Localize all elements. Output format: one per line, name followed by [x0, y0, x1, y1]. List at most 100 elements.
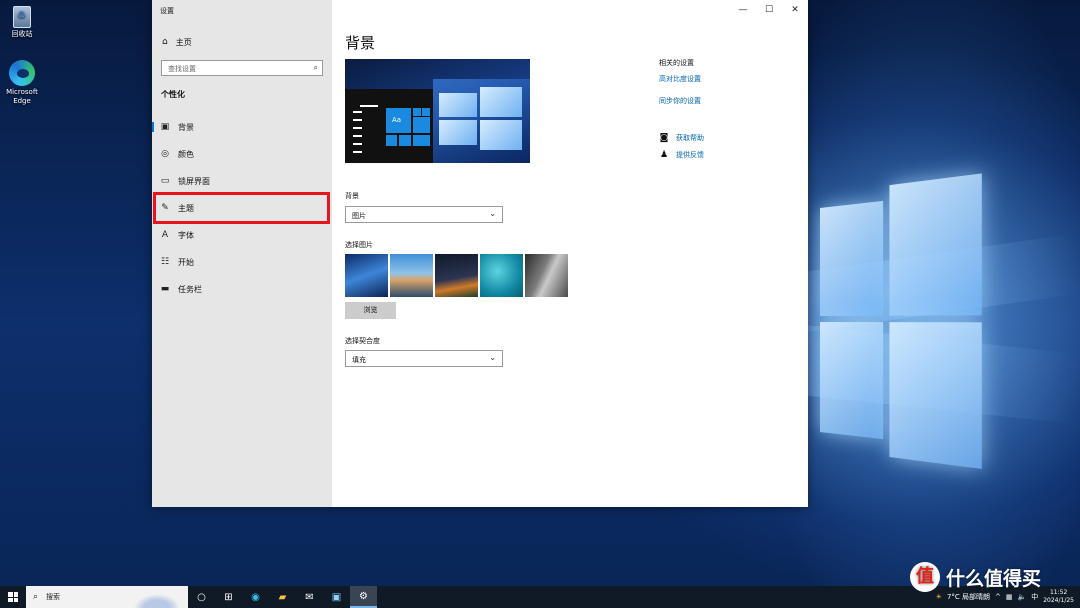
preview-tile-text: Aa	[392, 116, 402, 124]
dropdown-value: 填充	[352, 356, 366, 364]
watermark: 值 什么值得买	[910, 562, 1041, 592]
sidebar-item-lock-screen[interactable]: ▭ 锁屏界面	[152, 170, 332, 192]
highlight-annotation	[153, 192, 330, 224]
clock-time: 11:52	[1049, 589, 1068, 596]
taskbar-app-file-explorer[interactable]: ▰	[269, 586, 296, 608]
preview-wallpaper	[433, 79, 530, 163]
preview-tile	[422, 108, 430, 116]
windows-start-icon	[8, 592, 18, 602]
fit-dropdown[interactable]: 填充 ⌄	[345, 350, 503, 367]
thumbnail-windows-light[interactable]	[345, 254, 388, 297]
sidebar-item-label: 开始	[178, 257, 194, 267]
sidebar-item-label: 任务栏	[178, 284, 202, 294]
sidebar-item-label: 颜色	[178, 149, 194, 159]
start-icon: ☷	[160, 257, 170, 267]
background-type-dropdown[interactable]: 图片 ⌄	[345, 206, 503, 223]
preview-tile	[413, 135, 430, 146]
preview-line	[360, 105, 378, 107]
taskbar-app-edge[interactable]: ◉	[242, 586, 269, 608]
picture-icon: ▣	[160, 122, 170, 132]
preview-logo-pane	[480, 87, 522, 117]
start-button[interactable]	[0, 586, 26, 608]
thumbnail-rock-cliff[interactable]	[525, 254, 568, 297]
volume-icon[interactable]: 🔈	[1018, 593, 1027, 601]
recycle-bin-icon	[13, 6, 31, 28]
lock-screen-icon: ▭	[160, 176, 170, 186]
browse-button[interactable]: 浏览	[345, 302, 396, 319]
sidebar-item-background[interactable]: ▣ 背景	[152, 116, 332, 138]
sidebar-item-fonts[interactable]: A 字体	[152, 224, 332, 246]
palette-icon: ◎	[161, 149, 169, 159]
weather-widget[interactable]: 7°C 局部晴朗	[947, 592, 990, 602]
maximize-button[interactable]: ☐	[756, 0, 782, 20]
task-view-icon: ○	[197, 591, 206, 603]
search-icon: ⌕	[313, 63, 318, 72]
logo-pane	[889, 173, 982, 316]
preview-tiles	[386, 108, 430, 154]
clock[interactable]: 11:52 2024/1/25	[1043, 589, 1074, 605]
get-help-link[interactable]: ◙ 获取帮助	[659, 133, 704, 143]
high-contrast-link[interactable]: 高对比度设置	[659, 74, 701, 84]
sync-settings-link[interactable]: 同步你的设置	[659, 96, 701, 106]
tray-expand-icon[interactable]: ^	[995, 593, 1001, 601]
home-link[interactable]: ⌂ 主页	[162, 36, 192, 48]
get-help-label: 获取帮助	[676, 134, 704, 142]
widgets-button[interactable]: ⊞	[215, 586, 242, 608]
desktop-icon-label: Microsoft Edge	[6, 88, 38, 105]
chevron-down-icon: ⌄	[489, 209, 496, 218]
watermark-text: 什么值得买	[946, 567, 1042, 590]
search-placeholder: 查找设置	[168, 65, 196, 73]
desktop-icon-label: 回收站	[11, 30, 33, 38]
settings-window: 设置 ⌂ 主页 查找设置 ⌕ 个性化 ▣ 背景 ◎ 颜色 ▭ 锁屏界面 ✎ 主题…	[152, 0, 808, 507]
feedback-icon: ♟	[659, 150, 669, 160]
edge-icon	[9, 60, 35, 86]
picture-thumbnails	[345, 254, 568, 297]
help-chat-icon: ◙	[659, 133, 669, 143]
network-icon[interactable]: ▦	[1006, 593, 1013, 601]
preview-tile	[386, 135, 397, 146]
thumbnail-coast-rocks[interactable]	[390, 254, 433, 297]
task-view-button[interactable]: ○	[188, 586, 215, 608]
settings-search-input[interactable]: 查找设置 ⌕	[161, 60, 323, 76]
ime-indicator[interactable]: 中	[1031, 592, 1038, 602]
preview-line	[353, 111, 362, 113]
taskbar-app-store[interactable]: ▣	[323, 586, 350, 608]
sidebar-item-taskbar[interactable]: ▬ 任务栏	[152, 278, 332, 300]
taskbar-search-box[interactable]: ⌕ 搜索	[26, 586, 188, 608]
minimize-button[interactable]: —	[730, 0, 756, 20]
desktop-icon-recycle-bin[interactable]: 回收站	[0, 6, 44, 39]
preview-tile	[399, 135, 411, 146]
preview-line	[353, 135, 362, 137]
home-label: 主页	[175, 37, 192, 47]
sidebar-item-label: 锁屏界面	[178, 176, 210, 186]
search-highlight-art	[134, 594, 180, 608]
store-icon: ▣	[331, 591, 342, 603]
clock-date: 2024/1/25	[1043, 597, 1074, 604]
preview-logo-pane	[439, 120, 477, 145]
preview-tile	[413, 108, 421, 116]
thumbnail-night-sky[interactable]	[435, 254, 478, 297]
preview-tile	[413, 117, 430, 133]
section-title: 个性化	[161, 90, 185, 99]
fit-label: 选择契合度	[345, 337, 380, 345]
home-icon: ⌂	[162, 37, 168, 47]
windows-logo	[820, 169, 982, 471]
close-button[interactable]: ✕	[782, 0, 808, 20]
taskbar-app-mail[interactable]: ✉	[296, 586, 323, 608]
taskbar-search-placeholder: 搜索	[46, 593, 61, 601]
sidebar-item-colors[interactable]: ◎ 颜色	[152, 143, 332, 165]
feedback-label: 提供反馈	[676, 151, 704, 159]
desktop-icon-edge[interactable]: Microsoft Edge	[0, 60, 44, 106]
taskbar-app-settings[interactable]: ⚙	[350, 586, 377, 608]
preview-line	[353, 151, 362, 153]
preview-line	[353, 127, 362, 129]
preview-logo-pane	[439, 93, 477, 117]
folder-icon: ▰	[278, 591, 287, 603]
give-feedback-link[interactable]: ♟ 提供反馈	[659, 150, 704, 160]
mail-icon: ✉	[305, 591, 314, 603]
sidebar-item-start[interactable]: ☷ 开始	[152, 251, 332, 273]
window-title: 设置	[160, 7, 174, 15]
thumbnail-underwater-swimmer[interactable]	[480, 254, 523, 297]
window-controls: — ☐ ✕	[730, 0, 808, 20]
gear-icon: ⚙	[359, 590, 368, 602]
